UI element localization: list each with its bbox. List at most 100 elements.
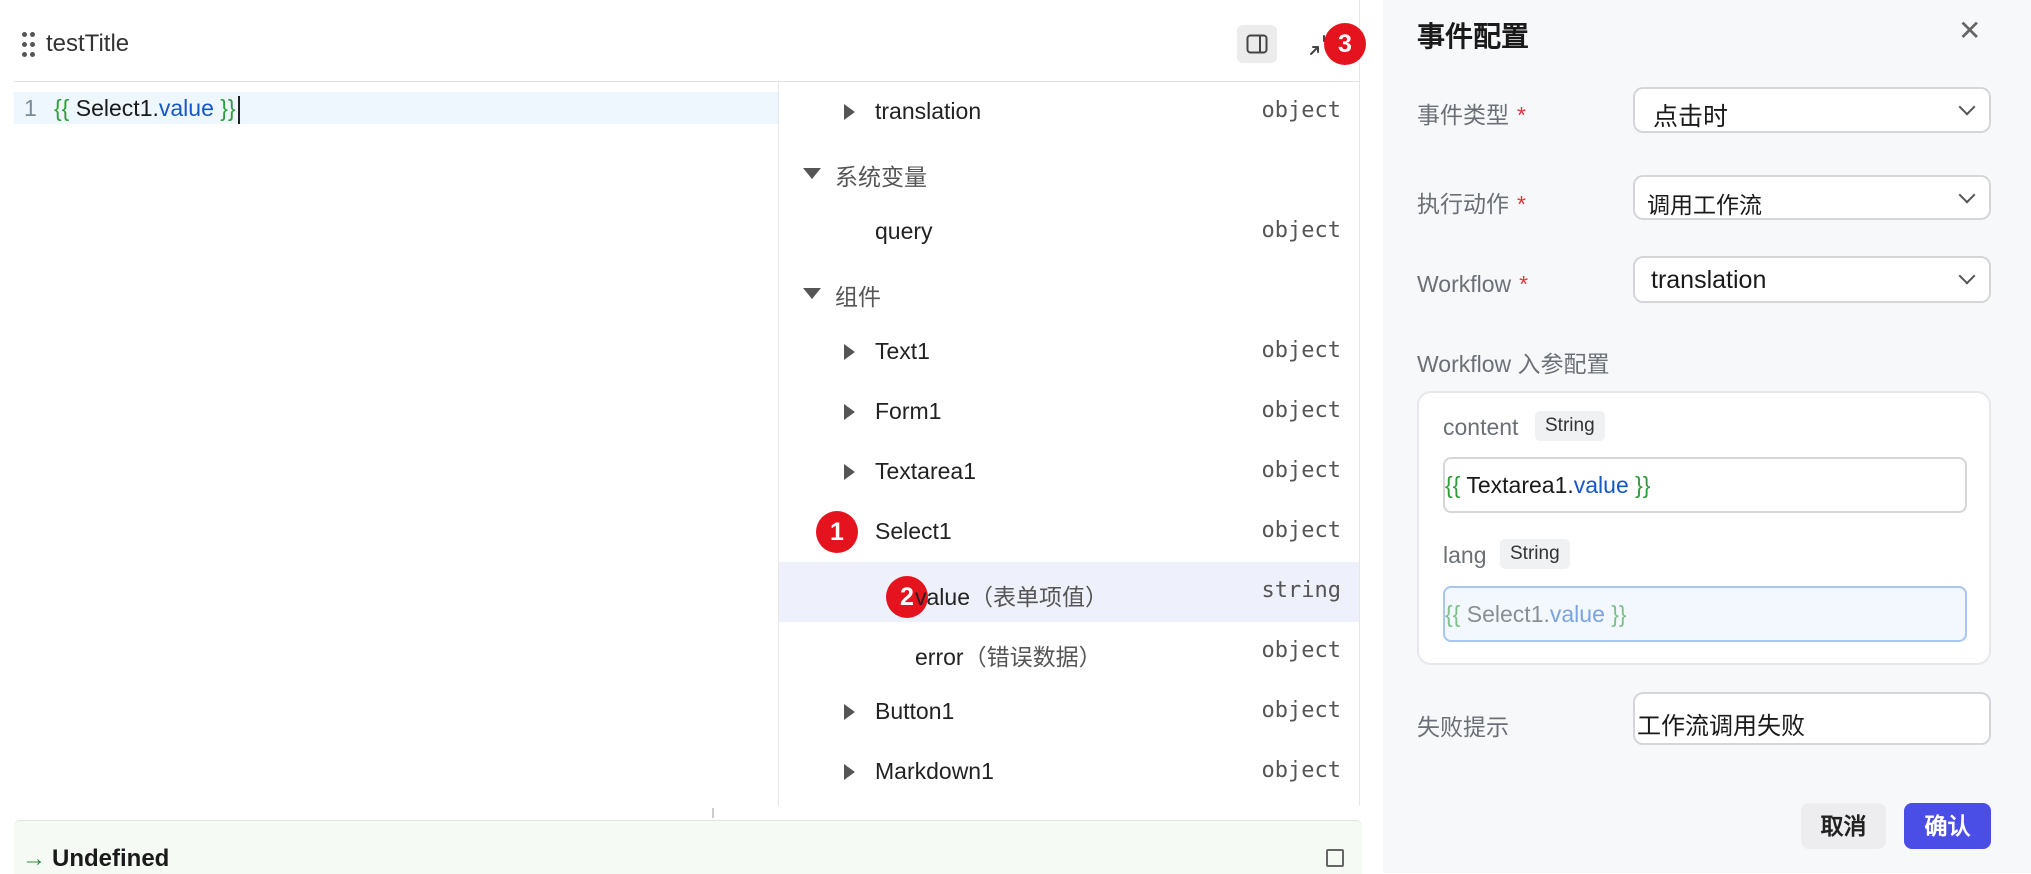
- tree-item-type: object: [1261, 218, 1341, 243]
- tree-item-type: object: [1261, 98, 1341, 123]
- workflow-params-card: content String {{ Textarea1.value }} lan…: [1417, 391, 1991, 665]
- close-icon[interactable]: ✕: [1958, 17, 1981, 45]
- required-mark: *: [1517, 191, 1526, 217]
- expand-arrow-icon[interactable]: [844, 344, 855, 360]
- collapse-arrow-icon[interactable]: [803, 288, 821, 299]
- chevron-down-icon: [1958, 267, 1976, 285]
- code-open-brace: {{: [54, 95, 70, 121]
- panel-header: testTitle 3: [14, 0, 1366, 82]
- result-preview: → Undefined: [14, 820, 1362, 874]
- required-mark: *: [1519, 271, 1529, 297]
- action-label-text: 执行动作: [1417, 191, 1509, 217]
- expr-component: Select1.: [1460, 601, 1550, 627]
- tree-item-type: object: [1261, 638, 1341, 663]
- param-name-lang: lang: [1443, 542, 1487, 568]
- code-property: value: [158, 95, 214, 121]
- chevron-down-icon: [1958, 186, 1976, 204]
- annotation-badge-1: 1: [816, 511, 858, 553]
- line-number: 1: [24, 95, 37, 121]
- tree-item-query[interactable]: query object: [779, 202, 1359, 262]
- tree-item-type: object: [1261, 338, 1341, 363]
- tree-group-label: 系统变量: [835, 164, 927, 190]
- event-type-label-text: 事件类型: [1417, 102, 1509, 128]
- tree-item-select1-value[interactable]: 2 value（表单项值） string: [779, 562, 1359, 622]
- expr-open-brace: {{: [1445, 472, 1461, 498]
- expr-component: Textarea1.: [1460, 472, 1574, 498]
- drawer-title: 事件配置: [1417, 21, 1530, 52]
- fail-message-label: 失败提示: [1417, 714, 1509, 740]
- confirm-button[interactable]: 确认: [1904, 803, 1991, 849]
- expr-close-brace: }}: [1628, 472, 1651, 498]
- tree-item-type: object: [1261, 398, 1341, 423]
- tree-item-type: object: [1261, 458, 1341, 483]
- content-expression-input[interactable]: {{ Textarea1.value }}: [1443, 457, 1967, 513]
- expr-property: value: [1549, 601, 1605, 627]
- resize-handle[interactable]: [712, 808, 714, 818]
- cancel-button[interactable]: 取消: [1801, 803, 1886, 849]
- chevron-down-icon: [1958, 98, 1976, 116]
- tree-item-textarea1[interactable]: Textarea1 object: [779, 442, 1359, 502]
- action-label: 执行动作 *: [1417, 185, 1526, 219]
- tree-item-type: object: [1261, 698, 1341, 723]
- tree-item-label: Button1: [875, 698, 955, 724]
- collapse-arrow-icon[interactable]: [803, 168, 821, 179]
- tree-item-button1[interactable]: Button1 object: [779, 682, 1359, 742]
- action-value: 调用工作流: [1647, 192, 1762, 218]
- code-line[interactable]: 1 {{ Select1.value }}: [14, 92, 778, 124]
- expand-arrow-icon[interactable]: [844, 104, 855, 120]
- tree-item-label: Select1: [875, 518, 952, 544]
- tree-group-components[interactable]: 组件: [779, 262, 1359, 322]
- lang-expression-input[interactable]: {{ Select1.value }}: [1443, 586, 1967, 642]
- tree-item-label: value（表单项值）: [915, 578, 1108, 612]
- param-name-content: content: [1443, 414, 1519, 440]
- tree-group-system-variables[interactable]: 系统变量: [779, 142, 1359, 202]
- tree-item-markdown1[interactable]: Markdown1 object: [779, 742, 1359, 802]
- fail-message-input[interactable]: 工作流调用失败: [1633, 692, 1991, 745]
- code-editor[interactable]: 1 {{ Select1.value }}: [14, 82, 779, 806]
- tree-item-type: object: [1261, 758, 1341, 783]
- expand-arrow-icon[interactable]: [844, 464, 855, 480]
- required-mark: *: [1517, 102, 1526, 128]
- workflow-label: Workflow *: [1417, 271, 1528, 298]
- annotation-badge-3: 3: [1324, 23, 1366, 65]
- expand-arrow-icon[interactable]: [844, 704, 855, 720]
- arrow-right-icon: →: [22, 845, 46, 872]
- workflow-label-text: Workflow: [1417, 271, 1512, 297]
- workflow-select[interactable]: translation: [1633, 256, 1991, 303]
- expr-property: value: [1573, 472, 1629, 498]
- drag-handle-icon[interactable]: [22, 32, 36, 58]
- tree-item-name: error: [915, 644, 964, 670]
- copy-icon[interactable]: [1326, 849, 1344, 867]
- tree-item-select1[interactable]: 1 Select1 object: [779, 502, 1359, 562]
- event-type-value: 点击时: [1653, 103, 1729, 131]
- tree-item-label: Textarea1: [875, 458, 977, 484]
- fail-message-value: 工作流调用失败: [1637, 713, 1805, 740]
- code-close-brace: }}: [213, 95, 236, 121]
- variable-tree: translation object 系统变量 query object 组件 …: [779, 82, 1359, 806]
- workflow-params-label: Workflow 入参配置: [1417, 351, 1610, 377]
- event-type-label: 事件类型 *: [1417, 96, 1526, 130]
- tree-item-select1-error[interactable]: error（错误数据） object: [779, 622, 1359, 682]
- expression-editor-panel: testTitle 3 1 {{ Select1.value }} transl…: [14, 0, 1366, 806]
- code-expression[interactable]: {{ Select1.value }}: [54, 92, 240, 124]
- tree-item-form1[interactable]: Form1 object: [779, 382, 1359, 442]
- event-type-select[interactable]: 点击时: [1633, 87, 1991, 133]
- tree-item-label: Markdown1: [875, 758, 994, 784]
- param-type-tag: String: [1500, 539, 1570, 569]
- result-value: Undefined: [52, 845, 170, 872]
- side-panel-icon: [1246, 34, 1268, 54]
- action-select[interactable]: 调用工作流: [1633, 175, 1991, 220]
- toggle-side-panel-button[interactable]: [1237, 25, 1277, 63]
- tree-group-label: 组件: [835, 284, 881, 310]
- tree-item-label: translation: [875, 98, 982, 124]
- tree-item-note: （表单项值）: [969, 584, 1108, 610]
- tree-item-type: object: [1261, 518, 1341, 543]
- expr-close-brace: }}: [1604, 601, 1627, 627]
- tree-item-translation[interactable]: translation object: [779, 82, 1359, 142]
- panel-title: testTitle: [46, 30, 130, 57]
- tree-item-text1[interactable]: Text1 object: [779, 322, 1359, 382]
- tree-item-note: （错误数据）: [963, 644, 1102, 670]
- tree-item-label: error（错误数据）: [915, 638, 1102, 672]
- expand-arrow-icon[interactable]: [844, 764, 855, 780]
- expand-arrow-icon[interactable]: [844, 404, 855, 420]
